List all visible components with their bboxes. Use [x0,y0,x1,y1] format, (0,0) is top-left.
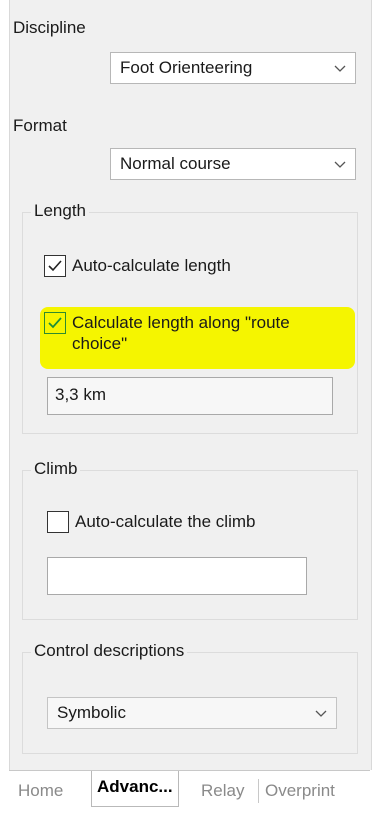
tab-advanced[interactable]: Advanc... [91,771,179,807]
course-properties-panel: Discipline Foot Orienteering Format Norm… [9,0,372,770]
tab-bar: Home Advanc... Relay Overprint [9,770,370,811]
discipline-label: Discipline [13,18,86,37]
chevron-down-icon [315,710,327,717]
auto-calculate-length-row[interactable]: Auto-calculate length [44,255,231,277]
checkmark-icon [48,317,62,329]
auto-calculate-climb-label: Auto-calculate the climb [75,512,256,531]
auto-calculate-length-label: Auto-calculate length [72,256,231,275]
route-choice-label: Calculate length along "route choice" [72,313,290,353]
auto-calculate-climb-row[interactable]: Auto-calculate the climb [47,511,255,533]
format-label: Format [13,116,67,135]
climb-group-title: Climb [31,459,81,479]
auto-calculate-length-checkbox[interactable] [44,255,66,277]
auto-calculate-climb-checkbox[interactable] [47,511,69,533]
chevron-down-icon [334,65,346,72]
length-value-field[interactable]: 3,3 km [47,377,333,415]
climb-group: Climb Auto-calculate the climb [22,459,358,620]
climb-value-field[interactable] [47,557,307,595]
length-group-title: Length [31,201,89,221]
tab-separator [258,779,259,803]
route-choice-row[interactable]: Calculate length along "route choice" [44,312,344,354]
length-group: Length Auto-calculate length Calculate l… [22,201,358,434]
control-descriptions-select[interactable]: Symbolic [47,697,337,729]
checkmark-icon [48,260,62,272]
control-descriptions-group: Control descriptions Symbolic [22,641,358,754]
format-select[interactable]: Normal course [110,148,356,180]
discipline-select[interactable]: Foot Orienteering [110,52,356,84]
tab-relay[interactable]: Relay [201,777,244,805]
control-descriptions-title: Control descriptions [31,641,188,661]
format-select-value: Normal course [120,154,231,173]
chevron-down-icon [334,161,346,168]
control-descriptions-value: Symbolic [57,703,126,722]
route-choice-checkbox[interactable] [44,312,66,334]
tab-home[interactable]: Home [18,777,63,805]
discipline-select-value: Foot Orienteering [120,58,253,77]
tab-overprint[interactable]: Overprint [265,777,335,805]
